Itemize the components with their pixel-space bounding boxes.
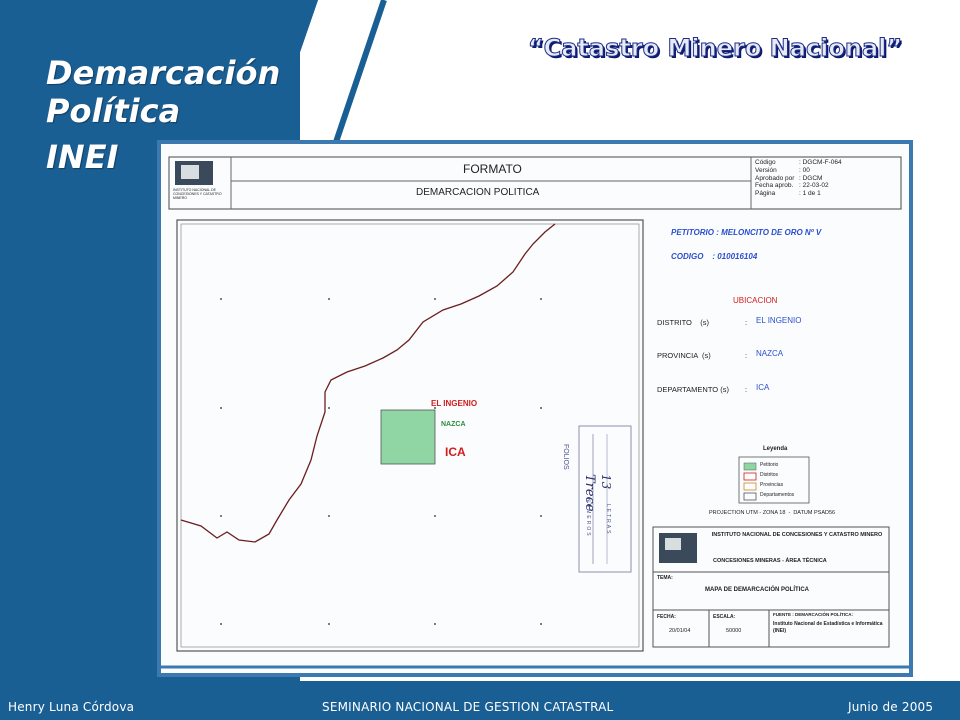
grid-mark	[434, 515, 436, 517]
slide-title-line-2: Política	[46, 92, 181, 130]
logo-text: INSTITUTO NACIONAL DE CONCESIONES Y CATA…	[173, 188, 222, 200]
scanned-document: FORMATO DEMARCACION POLITICA INSTITUTO N…	[161, 144, 909, 673]
document-drawing	[161, 156, 909, 669]
meta-value: : 00	[799, 166, 810, 174]
label-el-ingenio: EL INGENIO	[431, 399, 478, 408]
grid-mark	[328, 298, 330, 300]
slide-title-line-3: INEI	[46, 138, 119, 176]
grid-mark	[434, 623, 436, 625]
title-block-institute: INSTITUTO NACIONAL DE CONCESIONES Y CATA…	[711, 532, 883, 538]
grid-mark	[540, 298, 542, 300]
ubicacion-heading: UBICACION	[733, 296, 778, 305]
meta-row: Versión : 00	[755, 167, 842, 175]
grid-mark	[328, 623, 330, 625]
meta-value: : DGCM-F-064	[799, 159, 842, 166]
district-boundary	[180, 223, 556, 543]
blue-slant-line	[332, 0, 387, 146]
legend-swatch-provincias	[743, 482, 757, 491]
provincia-value: NAZCA	[756, 349, 784, 358]
stamp-numeros: NUMEROS	[585, 498, 591, 538]
grid-mark	[540, 515, 542, 517]
legend-swatch-petitorio	[743, 462, 757, 471]
meta-key: Código	[755, 159, 776, 166]
distrito-key: DISTRITO (s)	[657, 318, 709, 327]
grid-mark	[540, 623, 542, 625]
format-label: FORMATO	[463, 162, 522, 176]
meta-row: Código : DGCM-F-064	[755, 159, 842, 167]
meta-key: Aprobado por	[755, 174, 795, 182]
stamp-folios: FOLIOS	[562, 444, 569, 470]
provincia-sep: :	[745, 351, 748, 360]
meta-row: Fecha aprob. : 22-03-02	[755, 182, 842, 190]
meta-key: Fecha aprob.	[755, 182, 794, 190]
grid-mark	[220, 407, 222, 409]
inacc-logo	[181, 165, 199, 179]
meta-row: Aprobado por : DGCM	[755, 175, 842, 183]
footer-bar-extension	[256, 681, 960, 695]
legend-swatch-distritos	[743, 472, 757, 481]
escala-value: 50000	[726, 628, 742, 634]
departamento-value: ICA	[756, 383, 770, 392]
tema-value: MAPA DE DEMARCACIÓN POLÍTICA	[705, 587, 809, 593]
footer-author: Henry Luna Córdova	[8, 700, 135, 714]
meta-value: : 22-03-02	[799, 182, 829, 190]
legend-item-provincias: Provincias	[760, 482, 784, 488]
grid-mark	[434, 298, 436, 300]
slide-heading: “Catastro Minero Nacional”	[527, 34, 903, 63]
title-block-logo	[665, 538, 681, 550]
scanned-document-frame: FORMATO DEMARCACION POLITICA INSTITUTO N…	[157, 140, 913, 677]
legend-swatch-departamentos	[743, 492, 757, 501]
meta-row: Página : 1 de 1	[755, 190, 842, 198]
departamento-key: DEPARTAMENTO (s)	[657, 385, 729, 394]
provincia-key: PROVINCIA (s)	[657, 351, 711, 360]
grid-mark	[220, 515, 222, 517]
grid-mark	[328, 515, 330, 517]
grid-mark	[220, 623, 222, 625]
escala-label: ESCALA:	[713, 614, 736, 620]
label-ica: ICA	[445, 445, 466, 459]
meta-value: : 1 de 1	[799, 190, 821, 198]
header-meta-list: Código : DGCM-F-064 Versión : 00 Aprobado …	[755, 159, 842, 198]
meta-key: Versión	[755, 166, 777, 174]
petitorio-code: CODIGO : 010016104	[671, 252, 758, 261]
slide-title-line-1: Demarcación	[46, 54, 281, 92]
projection-note: PROJECTION UTM - ZONA 18 - DATUM PSAD56	[709, 510, 836, 516]
departamento-sep: :	[745, 385, 748, 394]
grid-mark	[328, 407, 330, 409]
meta-value: : DGCM	[799, 174, 823, 182]
petitorio-area	[380, 409, 436, 465]
legend-item-petitorio: Petitorio	[760, 462, 779, 468]
footer-date: Junio de 2005	[848, 700, 934, 714]
grid-mark	[540, 407, 542, 409]
fecha-value: 20/01/04	[669, 628, 691, 634]
tema-label: TEMA:	[657, 575, 673, 581]
legend-title: Leyenda	[763, 446, 788, 452]
legend-item-distritos: Distritos	[760, 472, 779, 478]
stamp-13: 13	[599, 474, 613, 490]
label-nazca: NAZCA	[441, 421, 466, 428]
stamp-letras: LETRAS	[605, 504, 611, 536]
meta-key: Página	[755, 190, 776, 198]
distrito-value: EL INGENIO	[756, 316, 802, 325]
petitorio-name: PETITORIO : MELONCITO DE ORO Nº V	[671, 228, 822, 237]
title-block-dept: CONCESIONES MINERAS - ÁREA TÉCNICA	[713, 558, 827, 564]
footer-event: SEMINARIO NACIONAL DE GESTION CATASTRAL	[322, 700, 614, 714]
legend-item-departamentos: Departamentos	[760, 492, 795, 498]
grid-mark	[220, 298, 222, 300]
fecha-label: FECHA:	[657, 614, 676, 620]
format-subject: DEMARCACION POLITICA	[416, 187, 540, 198]
distrito-sep: :	[745, 318, 748, 327]
fuente-value: Instituto Nacional de Estadística e Info…	[773, 621, 883, 634]
fuente-label: FUENTE : DEMARCACIÓN POLÍTICA:	[773, 612, 853, 617]
